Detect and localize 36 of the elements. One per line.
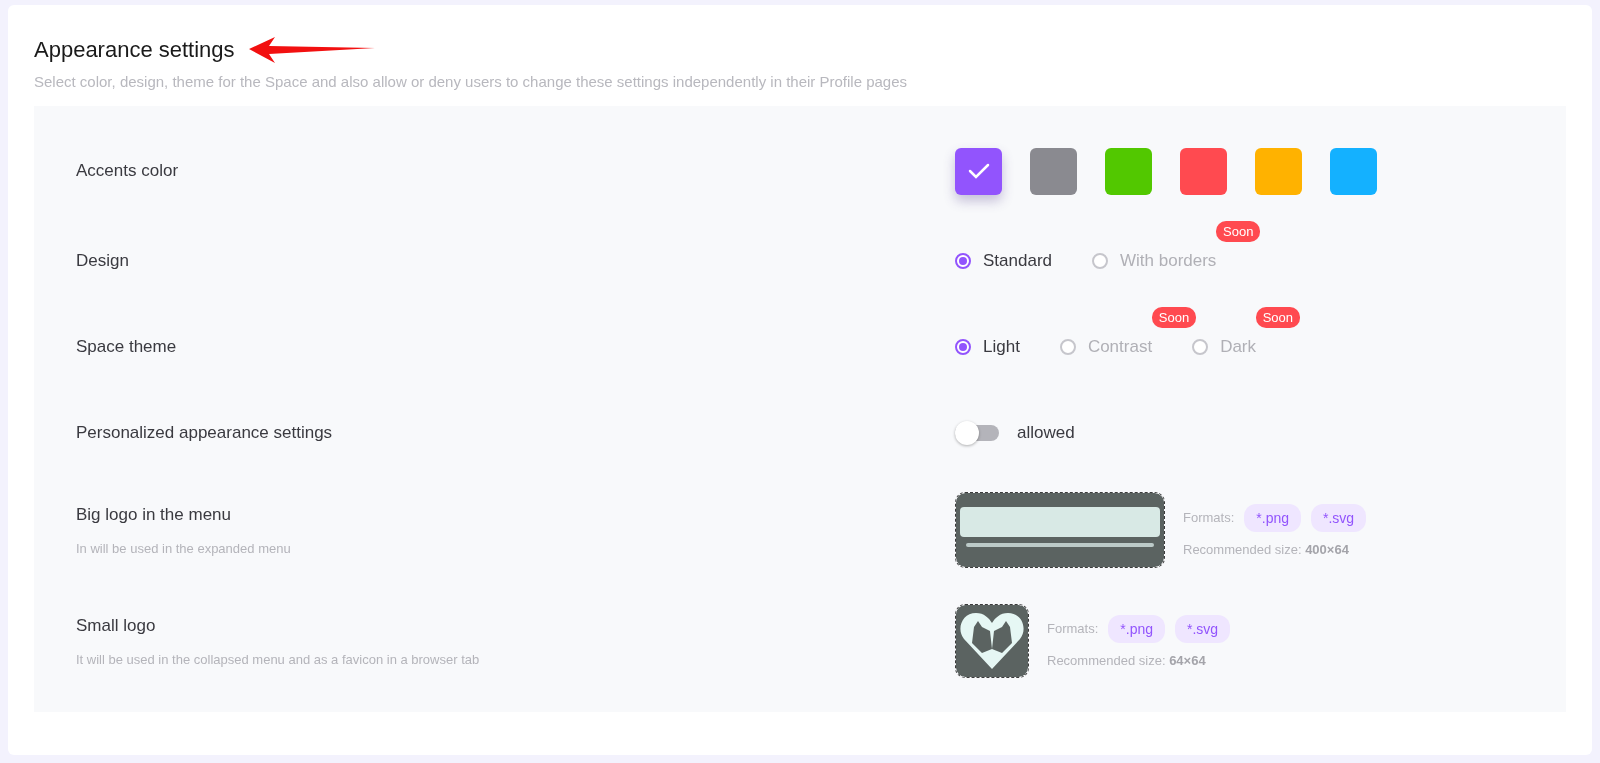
option-label: With borders <box>1120 251 1217 271</box>
page-description: Select color, design, theme for the Space and also allow or deny users to change these settings independently in their Profile pages <box>34 73 909 90</box>
setting-label: Design <box>76 251 130 271</box>
check-icon <box>967 163 990 179</box>
color-swatch[interactable] <box>1105 147 1152 195</box>
format-tag: *.png <box>1244 503 1301 532</box>
option-label: Standard <box>983 251 1052 271</box>
option-label: Light <box>983 337 1020 357</box>
recommended-size: Recommended size: 400×64 <box>1183 541 1350 557</box>
toggle-label: allowed <box>1017 423 1075 443</box>
color-swatch[interactable] <box>1330 147 1377 195</box>
setting-label: Small logo <box>76 615 157 636</box>
setting-description: It will be used in the collapsed menu and as a favicon in a browser tab <box>76 651 481 667</box>
setting-label: Accents color <box>76 161 180 181</box>
radio-button[interactable] <box>955 339 971 355</box>
format-tag: *.svg <box>1311 503 1367 532</box>
setting-label: Big logo in the menu <box>76 504 232 525</box>
formats-label: Formats: <box>1183 510 1235 525</box>
page-title: Appearance settings <box>34 37 235 63</box>
radio-button[interactable] <box>955 253 971 269</box>
soon-badge: Soon <box>1151 307 1197 328</box>
color-swatch[interactable] <box>1030 147 1077 195</box>
formats-label: Formats: <box>1047 621 1099 636</box>
setting-description: In will be used in the expanded menu <box>76 540 292 556</box>
format-tag: *.svg <box>1175 614 1231 643</box>
option-label: Dark <box>1220 337 1257 357</box>
setting-label: Space theme <box>76 337 178 357</box>
soon-badge: Soon <box>1216 221 1261 242</box>
setting-label: Personalized appearance settings <box>76 423 334 443</box>
color-swatch[interactable] <box>1180 147 1227 195</box>
recommended-size: Recommended size: 64×64 <box>1047 652 1207 668</box>
color-swatch[interactable] <box>1255 147 1302 195</box>
format-tag: *.png <box>1108 614 1165 643</box>
option-label: Contrast <box>1087 337 1153 357</box>
soon-badge: Soon <box>1255 307 1301 328</box>
color-swatch[interactable] <box>955 147 1002 195</box>
